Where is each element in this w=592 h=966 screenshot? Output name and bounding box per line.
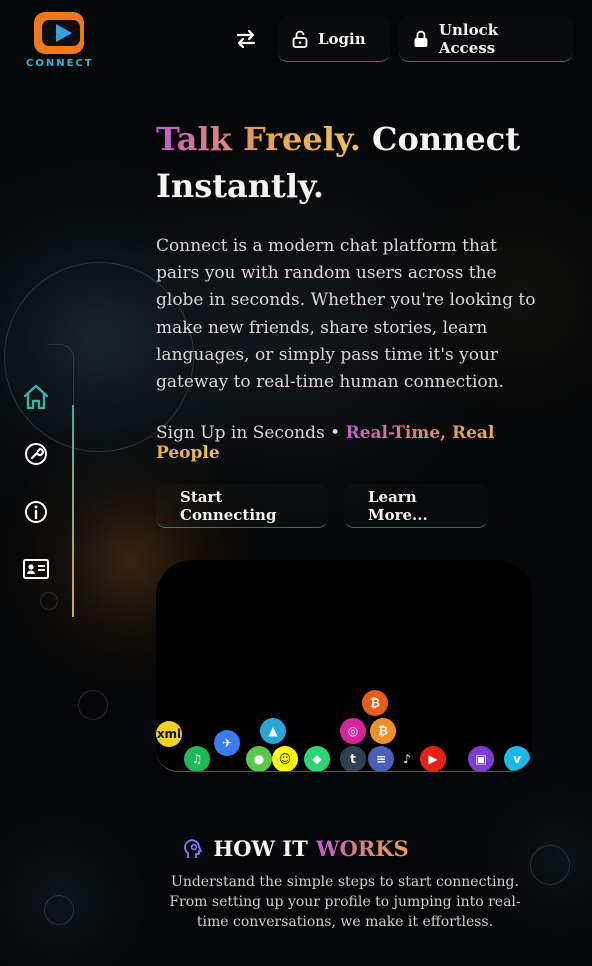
unlock-access-label: Unlock Access bbox=[438, 20, 499, 57]
login-button[interactable]: Login bbox=[278, 16, 390, 62]
how-heading-highlight: WORKS bbox=[315, 836, 409, 861]
bubble-decoration bbox=[78, 690, 108, 720]
instagram-icon[interactable]: ◎ bbox=[340, 718, 366, 744]
tagline-plain: Sign Up in Seconds • bbox=[156, 423, 346, 443]
hero-description: Connect is a modern chat platform that p… bbox=[156, 236, 536, 393]
bitcoin-icon[interactable]: ₿ bbox=[370, 718, 396, 744]
learn-more-button[interactable]: Learn More... bbox=[344, 484, 488, 528]
media-panel: xml ♫ ✈ ▲ ● ☺ ◆ ◎ ₿ ₿ t ≡ ♪ ▶ ▣ v bbox=[156, 560, 532, 772]
bluesky-icon[interactable]: ✈ bbox=[214, 730, 240, 756]
info-icon[interactable] bbox=[22, 498, 50, 526]
how-it-works-description: Understand the simple steps to start con… bbox=[169, 874, 521, 930]
login-label: Login bbox=[318, 29, 366, 48]
how-heading-plain: HOW IT bbox=[213, 836, 308, 861]
stack-icon[interactable]: ≡ bbox=[368, 746, 394, 771]
play-icon bbox=[56, 24, 72, 42]
hero-title: Talk Freely. Connect Instantly. bbox=[156, 116, 536, 210]
tiktok-icon[interactable]: ♪ bbox=[394, 746, 420, 771]
sidenav-frame bbox=[48, 344, 74, 404]
bubble-decoration bbox=[40, 592, 58, 610]
bitcoin-icon[interactable]: ₿ bbox=[362, 690, 388, 716]
hero-tagline: Sign Up in Seconds • Real-Time, Real Peo… bbox=[156, 423, 536, 463]
sidenav-indicator bbox=[72, 405, 74, 617]
spotify-icon[interactable]: ♫ bbox=[184, 746, 210, 771]
swap-arrows-icon[interactable] bbox=[234, 28, 258, 50]
start-connecting-button[interactable]: Start Connecting bbox=[156, 484, 328, 528]
discord-icon[interactable]: ◆ bbox=[304, 746, 330, 771]
wechat-icon[interactable]: ● bbox=[246, 746, 272, 771]
head-gear-icon bbox=[184, 838, 203, 858]
home-icon[interactable] bbox=[22, 383, 50, 411]
brand-logo[interactable]: CONNECT bbox=[26, 10, 92, 70]
wrench-icon[interactable] bbox=[22, 440, 50, 468]
lock-icon bbox=[414, 30, 428, 47]
brand-name: CONNECT bbox=[26, 58, 94, 69]
unlock-icon bbox=[292, 30, 308, 48]
how-it-works-heading: HOW IT WORKS bbox=[0, 836, 592, 861]
tumblr-icon[interactable]: t bbox=[340, 746, 366, 771]
snapchat-icon[interactable]: ☺ bbox=[272, 746, 298, 771]
xml-icon[interactable]: xml bbox=[156, 721, 182, 747]
forum-icon[interactable]: ▣ bbox=[468, 746, 494, 771]
bubble-decoration bbox=[44, 895, 74, 925]
unlock-access-button[interactable]: Unlock Access bbox=[399, 16, 573, 62]
youtube-icon[interactable]: ▶ bbox=[420, 746, 446, 771]
telegram-icon[interactable]: ▲ bbox=[260, 718, 286, 744]
vimeo-icon[interactable]: v bbox=[504, 746, 530, 771]
contact-card-icon[interactable] bbox=[22, 555, 50, 583]
hero-title-highlight: Talk Freely. bbox=[156, 120, 361, 158]
logo-mark bbox=[34, 12, 84, 54]
